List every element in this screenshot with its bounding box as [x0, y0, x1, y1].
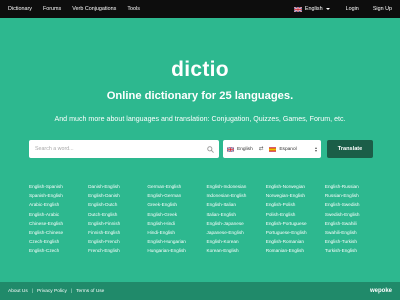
stepper-icon[interactable]: [315, 144, 317, 154]
language-pair-link[interactable]: English-Romanian: [266, 237, 320, 246]
language-pair-link[interactable]: English-Indonesian: [207, 182, 261, 191]
nav-link-forums[interactable]: Forums: [43, 6, 72, 12]
language-pair-link[interactable]: Polish-English: [266, 210, 320, 219]
search-box: [29, 140, 219, 158]
signup-link[interactable]: Sign Up: [373, 6, 392, 12]
language-pair-link[interactable]: Dutch-English: [88, 210, 142, 219]
language-selector-label: English: [304, 6, 323, 12]
language-pair-link[interactable]: English-Finnish: [88, 219, 142, 228]
uk-flag-icon: [293, 6, 302, 12]
language-pair-link[interactable]: English-Portuguese: [266, 219, 320, 228]
source-language-label: English: [237, 146, 253, 152]
language-pair-link[interactable]: Chinese-English: [29, 219, 83, 228]
uk-flag-icon: [227, 146, 234, 152]
language-pair-link[interactable]: English-Polish: [266, 200, 320, 209]
language-pair-link[interactable]: Danish-English: [88, 182, 142, 191]
search-input[interactable]: [35, 140, 207, 158]
target-language-label: Espanol: [279, 146, 297, 152]
language-selector[interactable]: English: [293, 6, 330, 12]
language-pair-link[interactable]: English-French: [88, 237, 142, 246]
language-pair-link[interactable]: English-Danish: [88, 191, 142, 200]
nav-link-verb-conjugations[interactable]: Verb Conjugations: [72, 6, 127, 12]
language-pair-link[interactable]: English-Swedish: [325, 200, 379, 209]
language-pair-link[interactable]: Hungarian-English: [147, 246, 201, 255]
footer-link-terms[interactable]: Terms of Use: [76, 289, 104, 294]
swap-icon[interactable]: ⇄: [259, 146, 264, 152]
language-pair-column: German-English English-German Greek-Englis…: [147, 182, 201, 256]
language-pair-link[interactable]: Greek-English: [147, 200, 201, 209]
language-pair-link[interactable]: English-Turkish: [325, 237, 379, 246]
language-pair-column: English-Indonesian Indonesian-English Engl…: [207, 182, 261, 256]
footer-separator: |: [31, 288, 33, 294]
nav-link-dictionary[interactable]: Dictionary: [0, 6, 43, 12]
language-pair-link[interactable]: Korean-English: [207, 246, 261, 255]
target-language[interactable]: Espanol: [269, 146, 297, 152]
top-nav-right: English Login Sign Up: [293, 0, 400, 18]
language-pair-link[interactable]: English-Arabic: [29, 210, 83, 219]
language-pair-link[interactable]: English-Russian: [325, 182, 379, 191]
language-pair-link[interactable]: Swahili-English: [325, 228, 379, 237]
site-logo[interactable]: dictio: [0, 58, 400, 82]
language-pair-link[interactable]: Romanian-English: [266, 246, 320, 255]
chevron-down-icon: [325, 8, 330, 10]
hero-tagline: Online dictionary for 25 languages.: [106, 90, 294, 102]
spain-flag-icon: [269, 146, 277, 152]
language-pair-link[interactable]: German-English: [147, 182, 201, 191]
language-pair-link[interactable]: Indonesian-English: [207, 191, 261, 200]
language-pair-link[interactable]: Finnish-English: [88, 228, 142, 237]
language-pair-link[interactable]: Norwegian-English: [266, 191, 320, 200]
language-pair-column: English-Russian Russian-English English-Sw…: [325, 182, 379, 256]
language-pair-link[interactable]: English-Czech: [29, 246, 83, 255]
language-pair-column: English-Spanish Spanish-English Arabic-Eng…: [29, 182, 83, 256]
footer-link-about[interactable]: About Us: [8, 289, 28, 294]
login-link[interactable]: Login: [346, 6, 359, 12]
language-pair-link[interactable]: English-German: [147, 191, 201, 200]
language-pair-link[interactable]: English-Greek: [147, 210, 201, 219]
language-pair-column: English-Norwegian Norwegian-English Englis…: [266, 182, 320, 256]
language-pair-link[interactable]: English-Italian: [207, 200, 261, 209]
top-nav-left: Dictionary Forums Verb Conjugations Tool…: [0, 0, 151, 18]
language-pair-link[interactable]: French-English: [88, 246, 142, 255]
language-pair-link[interactable]: English-Japanese: [207, 219, 261, 228]
language-pair-selector[interactable]: English ⇄ Espanol: [223, 140, 321, 158]
footer-separator: |: [70, 288, 73, 294]
language-pair-link[interactable]: English-Norwegian: [266, 182, 320, 191]
hero-subline: And much more about languages and transl…: [54, 115, 346, 123]
language-pair-link[interactable]: Swedish-English: [325, 210, 379, 219]
language-pair-link[interactable]: Japanese-English: [207, 228, 261, 237]
footer: About Us | Privacy Policy | Terms of Use…: [0, 282, 400, 300]
language-pair-link[interactable]: Czech-English: [29, 237, 83, 246]
language-pair-link[interactable]: Portuguese-English: [266, 228, 320, 237]
language-pair-link[interactable]: English-Hindi: [147, 219, 201, 228]
language-pair-link[interactable]: Turkish-English: [325, 246, 379, 255]
language-pair-link[interactable]: Russian-English: [325, 191, 379, 200]
footer-brand-logo[interactable]: wepoke: [370, 288, 392, 294]
footer-link-privacy[interactable]: Privacy Policy: [37, 289, 67, 294]
language-pair-link[interactable]: English-Hungarian: [147, 237, 201, 246]
language-pair-grid: English-Spanish Spanish-English Arabic-Eng…: [29, 182, 379, 256]
top-nav: Dictionary Forums Verb Conjugations Tool…: [0, 0, 400, 18]
language-pair-link[interactable]: Spanish-English: [29, 191, 83, 200]
nav-link-tools[interactable]: Tools: [127, 6, 151, 12]
search-row: English ⇄ Espanol Translate: [29, 140, 373, 158]
search-icon[interactable]: [207, 145, 214, 153]
language-pair-link[interactable]: English-Chinese: [29, 228, 83, 237]
language-pair-link[interactable]: Hindi-English: [147, 228, 201, 237]
language-pair-link[interactable]: Italian-English: [207, 210, 261, 219]
language-pair-link[interactable]: English-Dutch: [88, 200, 142, 209]
language-pair-link[interactable]: English-Korean: [207, 237, 261, 246]
language-pair-column: Danish-English English-Danish English-Dutc…: [88, 182, 142, 256]
translate-button[interactable]: Translate: [327, 140, 373, 158]
language-pair-link[interactable]: English-Swahili: [325, 219, 379, 228]
language-pair-link[interactable]: English-Spanish: [29, 182, 83, 191]
source-language[interactable]: English: [227, 146, 253, 152]
language-pair-link[interactable]: Arabic-English: [29, 200, 83, 209]
